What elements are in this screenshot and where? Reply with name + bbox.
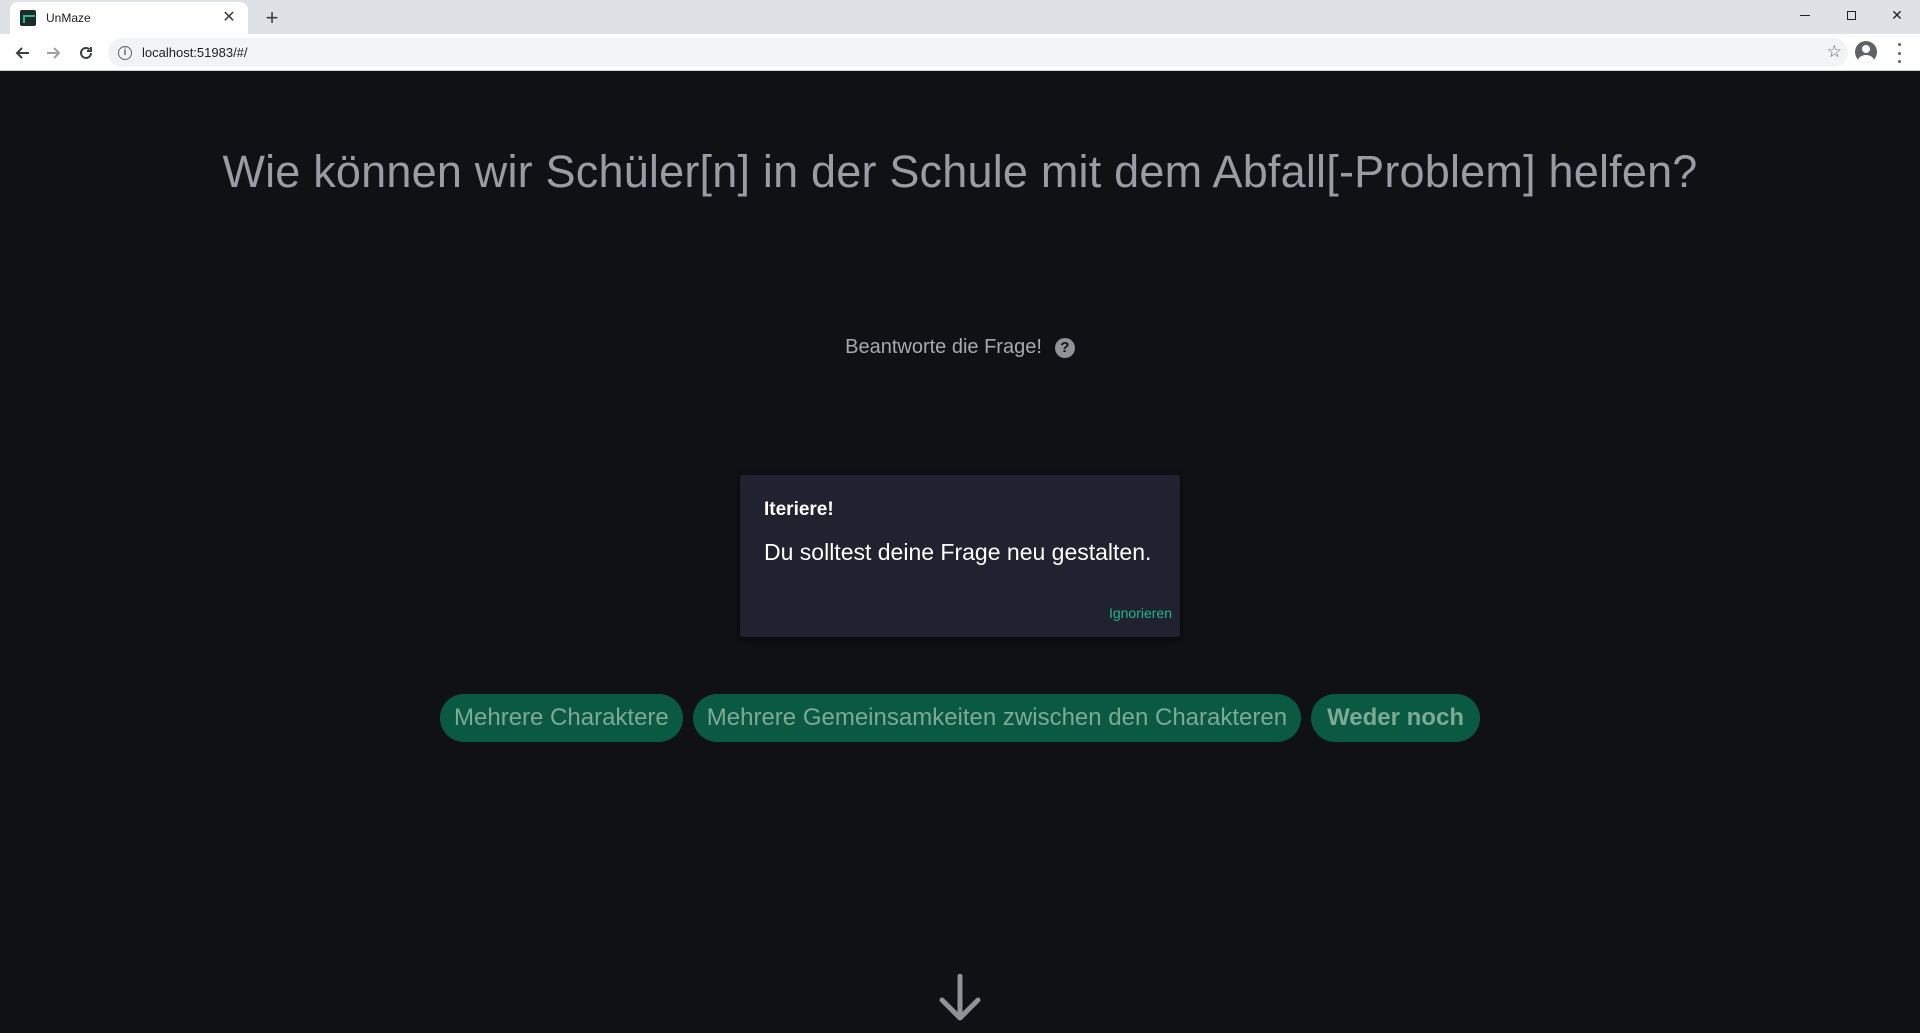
tab-close-icon[interactable]: ✕ [220,9,238,27]
back-button[interactable] [8,39,36,67]
tab-title: UnMaze [46,11,91,25]
answer-choices: Mehrere Charaktere Mehrere Gemeinsamkeit… [0,694,1920,742]
browser-menu-icon[interactable] [1890,43,1908,63]
minimize-icon [1800,14,1810,16]
window-close-button[interactable]: ✕ [1874,0,1920,30]
arrow-right-icon [47,47,61,59]
url-text[interactable]: localhost:51983/#/ [142,45,248,60]
bookmark-star-icon[interactable]: ☆ [1827,42,1842,62]
choice-neither[interactable]: Weder noch [1311,694,1480,742]
maximize-button[interactable] [1828,0,1874,30]
reload-icon [80,46,92,59]
window-controls: ✕ [1782,0,1920,30]
arrow-left-icon [15,47,29,59]
ignore-button[interactable]: Ignorieren [1109,603,1172,623]
page-question-title: Wie können wir Schüler[n] in der Schule … [222,146,1698,197]
maximize-icon [1846,10,1856,20]
address-bar[interactable]: i localhost:51983/#/ ☆ [108,38,1848,67]
forward-button[interactable] [40,39,68,67]
minimize-button[interactable] [1782,0,1828,30]
unmaze-favicon-icon [20,10,36,26]
browser-toolbar: i localhost:51983/#/ ☆ [0,34,1920,71]
arrow-down-icon[interactable] [938,974,982,1022]
help-icon[interactable]: ? [1054,337,1075,358]
browser-tabstrip: UnMaze ✕ + ✕ [0,0,1920,34]
choice-multiple-characters[interactable]: Mehrere Charaktere [440,694,683,742]
browser-tab[interactable]: UnMaze ✕ [10,2,248,34]
toast-title: Iteriere! [764,499,834,520]
reload-button[interactable] [72,39,100,67]
prompt-text: Beantworte die Frage! [845,336,1042,358]
account-icon[interactable] [1855,41,1877,63]
toast-message: Du solltest deine Frage neu gestalten. [764,539,1152,565]
choice-common-traits[interactable]: Mehrere Gemeinsamkeiten zwischen den Cha… [692,694,1302,742]
iterate-toast: Iteriere! Du solltest deine Frage neu ge… [740,475,1180,637]
site-info-icon[interactable]: i [118,45,132,60]
new-tab-button[interactable]: + [258,4,286,32]
app-page: Wie können wir Schüler[n] in der Schule … [0,71,1920,1033]
prompt-row: Beantworte die Frage! ? [0,336,1920,359]
